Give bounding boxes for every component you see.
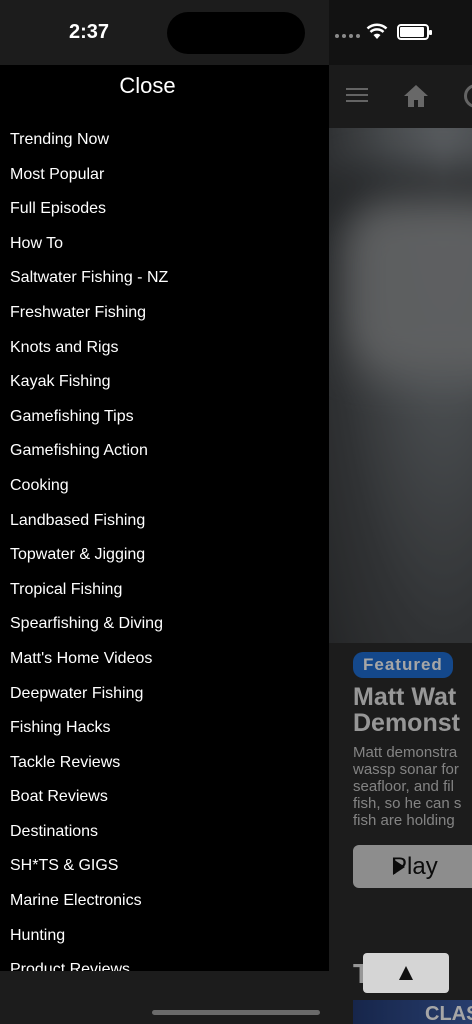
drawer-bottom-area <box>0 971 329 1024</box>
cellular-signal-icon <box>335 34 360 38</box>
status-bar: 2:37 <box>0 0 472 65</box>
battery-icon <box>397 24 432 40</box>
menu-item-cooking[interactable]: Cooking <box>10 475 168 510</box>
close-button[interactable]: Close <box>0 73 295 99</box>
menu-item-matts-home-videos[interactable]: Matt's Home Videos <box>10 648 168 683</box>
arrow-up-icon: ▲ <box>394 959 418 986</box>
menu-item-tackle-reviews[interactable]: Tackle Reviews <box>10 752 168 787</box>
dim-overlay[interactable] <box>329 0 472 1024</box>
menu-item-tropical-fishing[interactable]: Tropical Fishing <box>10 579 168 614</box>
menu-item-fishing-hacks[interactable]: Fishing Hacks <box>10 717 168 752</box>
menu-item-topwater-jigging[interactable]: Topwater & Jigging <box>10 544 168 579</box>
menu-item-gamefishing-tips[interactable]: Gamefishing Tips <box>10 406 168 441</box>
menu-item-landbased-fishing[interactable]: Landbased Fishing <box>10 510 168 545</box>
menu-item-freshwater-fishing[interactable]: Freshwater Fishing <box>10 302 168 337</box>
dynamic-island <box>167 12 305 54</box>
menu-item-marine-electronics[interactable]: Marine Electronics <box>10 890 168 925</box>
menu-item-knots-and-rigs[interactable]: Knots and Rigs <box>10 337 168 372</box>
menu-item-hunting[interactable]: Hunting <box>10 925 168 960</box>
menu-item-deepwater-fishing[interactable]: Deepwater Fishing <box>10 683 168 718</box>
menu-item-kayak-fishing[interactable]: Kayak Fishing <box>10 371 168 406</box>
side-drawer: Close Trending Now Most Popular Full Epi… <box>0 65 329 971</box>
menu-item-gamefishing-action[interactable]: Gamefishing Action <box>10 440 168 475</box>
menu-item-boat-reviews[interactable]: Boat Reviews <box>10 786 168 821</box>
menu-item-shts-gigs[interactable]: SH*TS & GIGS <box>10 855 168 890</box>
menu-item-full-episodes[interactable]: Full Episodes <box>10 198 168 233</box>
home-indicator[interactable] <box>152 1010 320 1015</box>
menu-item-saltwater-fishing-nz[interactable]: Saltwater Fishing - NZ <box>10 267 168 302</box>
menu-item-spearfishing-diving[interactable]: Spearfishing & Diving <box>10 613 168 648</box>
scroll-to-top-button[interactable]: ▲ <box>363 953 449 993</box>
wifi-icon <box>366 23 388 39</box>
status-time: 2:37 <box>69 21 110 43</box>
menu-item-trending-now[interactable]: Trending Now <box>10 129 168 164</box>
menu-item-how-to[interactable]: How To <box>10 233 168 268</box>
menu-item-product-reviews[interactable]: Product Reviews <box>10 959 168 971</box>
menu-item-destinations[interactable]: Destinations <box>10 821 168 856</box>
drawer-menu: Trending Now Most Popular Full Episodes … <box>10 129 168 971</box>
menu-item-most-popular[interactable]: Most Popular <box>10 164 168 199</box>
